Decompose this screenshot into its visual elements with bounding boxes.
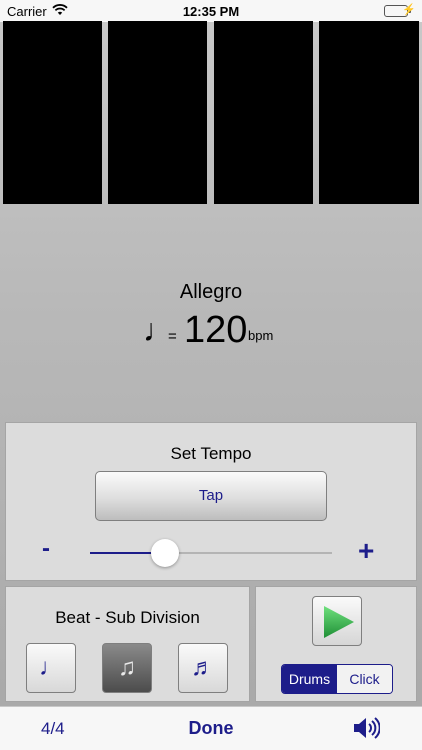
play-icon [324,606,354,638]
sound-selector: Drums Click [281,664,393,694]
subdivision-title: Beat - Sub Division [55,608,200,627]
equals-sign: = [168,328,177,345]
bottom-toolbar: 4/4 Done [0,706,422,750]
tempo-readout: ♩ = 120 bpm [0,308,422,352]
tempo-slider-thumb[interactable] [151,539,180,567]
play-button[interactable] [312,596,362,646]
sound-option-drums[interactable]: Drums [282,665,337,693]
tap-button[interactable]: Tap [95,471,327,521]
subdivision-panel: Beat - Sub Division ♩ ♫ ♬ [5,586,250,702]
tempo-slider[interactable] [90,539,332,567]
beat-box-2 [108,21,207,204]
subdivision-eighth-button[interactable]: ♫ [102,643,152,693]
beat-indicators [3,21,419,204]
decrease-tempo-button[interactable]: - [42,535,50,563]
speaker-icon[interactable] [352,715,381,746]
bpm-value: 120 [184,309,248,351]
beat-box-4 [319,21,419,204]
playback-panel: Drums Click [255,586,417,702]
set-tempo-panel: Set Tempo Tap - + [5,422,417,581]
sound-option-click[interactable]: Click [337,665,392,693]
subdivision-quarter-button[interactable]: ♩ [26,643,76,693]
beat-box-1 [3,21,102,204]
set-tempo-title: Set Tempo [170,444,252,463]
status-bar: Carrier 12:35 PM ⚡ [0,0,422,22]
bpm-unit: bpm [248,328,274,343]
increase-tempo-button[interactable]: + [358,535,374,567]
status-time: 12:35 PM [182,4,240,19]
charging-bolt-icon: ⚡ [402,4,416,16]
tempo-name: Allegro [179,281,243,303]
subdivision-triplet-button[interactable]: ♬ [178,643,228,693]
beat-box-3 [214,21,313,204]
